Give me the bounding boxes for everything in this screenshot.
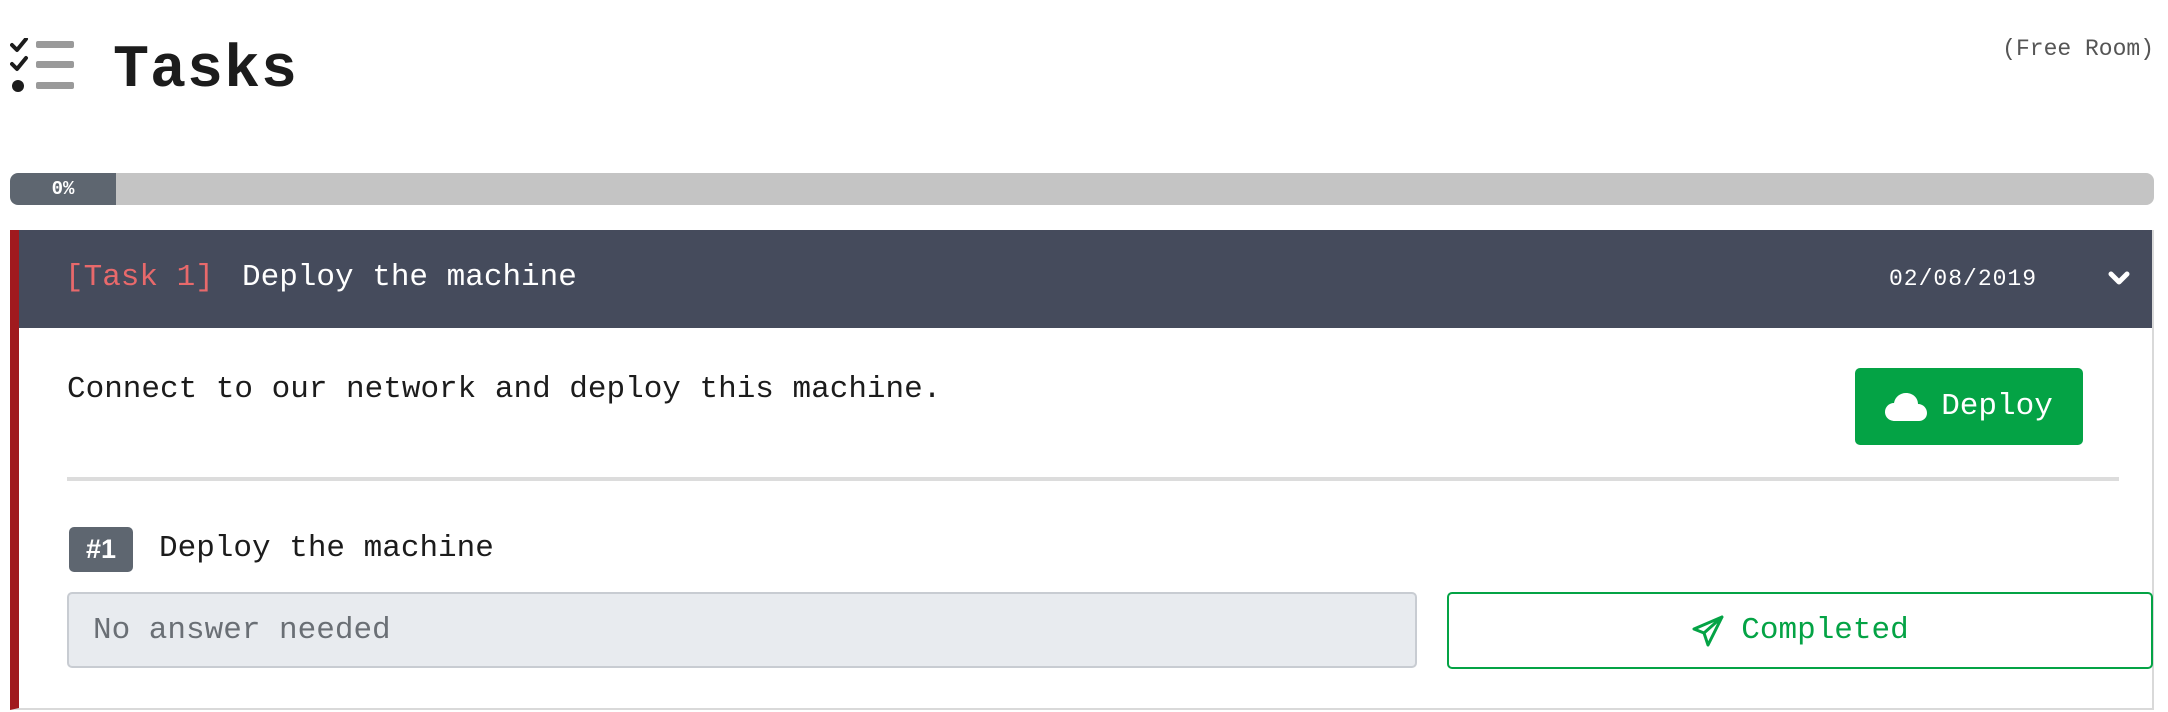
completed-button[interactable]: Completed [1447,592,2153,669]
task-card: [Task 1] Deploy the machine 02/08/2019 C… [10,230,2154,710]
completed-button-label: Completed [1741,613,1909,648]
divider [67,477,2119,481]
paper-plane-icon [1692,615,1724,646]
task-title: Deploy the machine [242,260,577,295]
progress-label: 0% [51,178,75,200]
cloud-icon [1885,392,1928,421]
question-number-badge: #1 [69,527,133,572]
question-text: Deploy the machine [159,531,494,566]
chevron-down-icon[interactable] [2101,260,2137,296]
task-description: Connect to our network and deploy this m… [67,372,942,407]
deploy-button-label: Deploy [1941,389,2053,424]
tasks-list-icon [10,38,74,92]
room-type-label: (Free Room) [2002,36,2154,62]
task-header[interactable]: [Task 1] Deploy the machine 02/08/2019 [19,230,2152,328]
task-date: 02/08/2019 [1889,266,2038,292]
progress-bar: 0% [10,173,2154,205]
deploy-button[interactable]: Deploy [1855,368,2083,445]
task-tag: [Task 1] [65,260,214,295]
answer-input[interactable] [67,592,1417,668]
page-title: Tasks [113,37,299,105]
page-header: Tasks (Free Room) [0,0,2168,160]
